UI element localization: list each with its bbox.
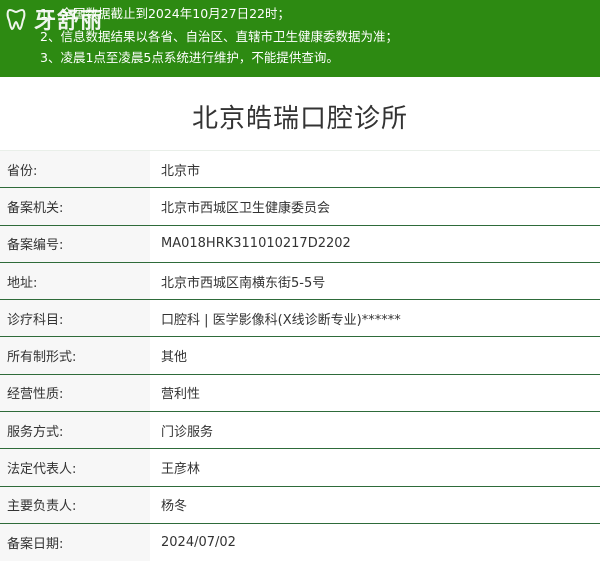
notice-banner: 牙舒丽 1、全国数据截止到2024年10月27日22时； 2、信息数据结果以各省… (0, 0, 600, 77)
table-row-address: 地址: 北京市西城区南横东街5-5号 (0, 262, 600, 301)
row-value: 营利性 (161, 387, 201, 403)
table-row-province: 省份: 北京市 (0, 151, 600, 189)
row-value: 其他 (161, 350, 188, 366)
tooth-icon (6, 8, 26, 31)
row-value: 北京市 (161, 163, 201, 179)
row-label: 法定代表人: (0, 449, 150, 486)
table-row-registration-number: 备案编号: MA018HRK311010217D2202 (0, 225, 600, 263)
row-label: 主要负责人: (0, 486, 150, 523)
row-label: 经营性质: (0, 374, 150, 412)
info-table: 省份: 北京市 备案机关: 北京市西城区卫生健康委员会 备案编号: MA018H… (0, 150, 600, 562)
row-label: 备案机关: (0, 188, 150, 225)
row-value: 北京市西城区卫生健康委员会 (161, 200, 331, 216)
table-row-departments: 诊疗科目: 口腔科 | 医学影像科(X线诊断专业)****** (0, 300, 600, 338)
row-label: 省份: (0, 151, 150, 188)
table-row-legal-representative: 法定代表人: 王彦林 (0, 449, 600, 487)
row-label: 地址: (0, 262, 150, 300)
table-row-principal: 主要负责人: 杨冬 (0, 486, 600, 524)
row-label: 备案编号: (0, 225, 150, 262)
table-row-ownership: 所有制形式: 其他 (0, 337, 600, 375)
table-row-registration-date: 备案日期: 2024/07/02 (0, 523, 600, 562)
notice-line-1: 1、全国数据截止到2024年10月27日22时； (40, 6, 290, 21)
notice-line-2: 2、信息数据结果以各省、自治区、直辖市卫生健康委数据为准； (40, 29, 398, 44)
row-value: 北京市西城区南横东街5-5号 (161, 275, 326, 291)
table-row-business-nature: 经营性质: 营利性 (0, 374, 600, 413)
page-title: 北京皓瑞口腔诊所 (191, 104, 408, 134)
row-label: 服务方式: (0, 412, 150, 449)
row-value: 杨冬 (161, 499, 188, 515)
table-row-service-type: 服务方式: 门诊服务 (0, 412, 600, 450)
row-value: 王彦林 (161, 462, 201, 478)
row-value: 门诊服务 (161, 424, 214, 440)
row-label: 所有制形式: (0, 337, 150, 374)
row-label: 诊疗科目: (0, 300, 150, 337)
row-label: 备案日期: (0, 523, 150, 562)
row-value: MA018HRK311010217D2202 (161, 236, 351, 252)
row-value: 2024/07/02 (161, 535, 236, 551)
row-value: 口腔科 | 医学影像科(X线诊断专业)****** (161, 312, 401, 328)
notice-line-3: 3、凌晨1点至凌晨5点系统进行维护，不能提供查询。 (40, 50, 339, 65)
table-row-authority: 备案机关: 北京市西城区卫生健康委员会 (0, 188, 600, 226)
